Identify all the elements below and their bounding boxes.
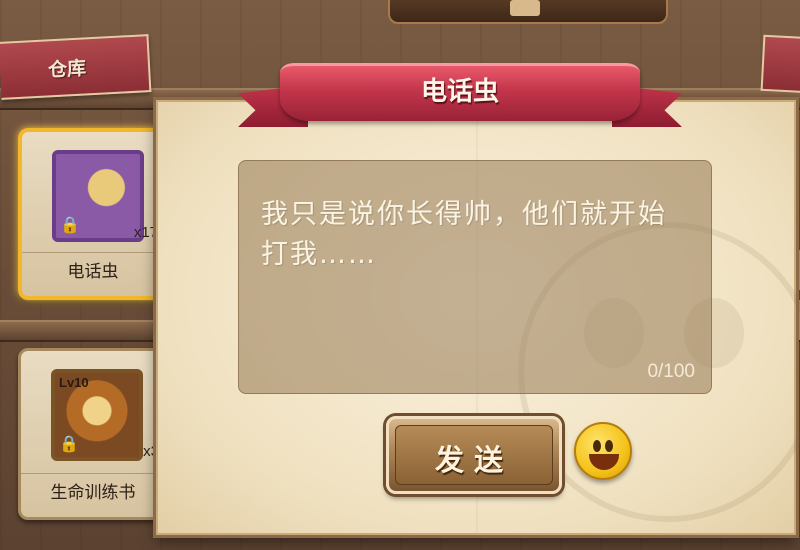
lock-icon: 🔒 [60,215,80,234]
right-tab[interactable] [760,34,800,94]
den-den-mushi-icon: 🔒 [52,150,144,242]
lock-icon: 🔒 [59,434,79,453]
smiley-face-icon[interactable] [574,422,632,480]
message-text: 我只是说你长得帅，他们就开始打我…… [261,199,667,270]
emoji-mouth [589,454,619,470]
training-book-icon: Lv10 🔒 [51,369,143,461]
character-counter: 0/100 [647,361,695,382]
item-name: 生命训练书 [21,473,165,511]
item-level: Lv10 [59,375,89,390]
send-button-label: 发送 [434,443,513,477]
storage-tab-label: 仓库 [47,57,87,82]
send-button[interactable]: 发送 [386,416,562,494]
emoji-eye [593,440,601,452]
message-input[interactable]: 我只是说你长得帅，他们就开始打我…… 0/100 [238,160,712,394]
dialog-title: 电话虫 [420,77,499,107]
item-card-den-den-mushi[interactable]: 🔒 x17 电话虫 [18,128,168,300]
storage-tab[interactable]: 仓库 [0,34,152,100]
top-ornament [388,0,668,24]
emoji-eye [605,440,613,452]
item-card-training-book[interactable]: Lv10 🔒 x3 生命训练书 [18,348,168,520]
title-banner: 电话虫 [238,55,682,133]
item-name: 电话虫 [22,252,164,290]
den-den-mushi-dialog: 我只是说你长得帅，他们就开始打我…… 0/100 发送 [156,100,800,535]
item-quantity: x17 [133,224,158,241]
